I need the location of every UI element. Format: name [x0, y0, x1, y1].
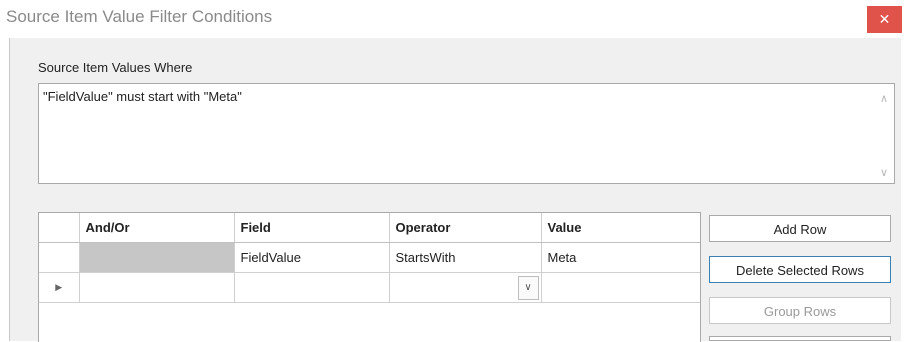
cell-field[interactable] — [233, 272, 390, 303]
expression-textbox[interactable]: "FieldValue" must start with "Meta" ∧ ∨ — [38, 83, 895, 184]
close-button[interactable]: ✕ — [867, 6, 902, 33]
conditions-grid[interactable]: And/Or Field Operator Value FieldValue S… — [38, 212, 701, 342]
close-icon: ✕ — [878, 11, 891, 27]
delete-selected-rows-button[interactable]: Delete Selected Rows — [709, 256, 891, 283]
row-selector[interactable] — [39, 242, 80, 273]
cell-operator-dropdown[interactable]: ∨ — [388, 272, 542, 303]
expression-text: "FieldValue" must start with "Meta" — [43, 89, 242, 104]
table-row-new[interactable]: ▶ ∨ — [39, 272, 700, 303]
row-header-corner — [39, 213, 80, 243]
row-selector-current[interactable]: ▶ — [39, 272, 80, 303]
column-header-and-or[interactable]: And/Or — [78, 213, 235, 243]
column-header-field[interactable]: Field — [233, 213, 390, 243]
cell-field[interactable]: FieldValue — [233, 242, 390, 273]
cell-operator[interactable]: StartsWith — [388, 242, 542, 273]
window-title: Source Item Value Filter Conditions — [6, 7, 273, 26]
cell-and-or[interactable] — [78, 272, 235, 303]
cell-value[interactable]: Meta — [540, 242, 700, 273]
title-bar: Source Item Value Filter Conditions ✕ — [0, 0, 908, 38]
scroll-up-icon[interactable]: ∧ — [880, 92, 888, 105]
scroll-down-icon[interactable]: ∨ — [880, 166, 888, 179]
cell-value[interactable] — [540, 272, 700, 303]
column-header-operator[interactable]: Operator — [388, 213, 542, 243]
where-label: Source Item Values Where — [38, 60, 193, 75]
grid-header-row: And/Or Field Operator Value — [39, 213, 700, 243]
add-row-button[interactable]: Add Row — [709, 215, 891, 242]
table-row[interactable]: FieldValue StartsWith Meta — [39, 242, 700, 273]
cell-and-or[interactable] — [78, 242, 235, 273]
chevron-down-icon[interactable]: ∨ — [517, 276, 539, 300]
column-header-value[interactable]: Value — [540, 213, 700, 243]
partial-button[interactable] — [709, 336, 891, 341]
group-rows-button[interactable]: Group Rows — [709, 297, 891, 324]
current-row-arrow-icon: ▶ — [55, 282, 63, 292]
